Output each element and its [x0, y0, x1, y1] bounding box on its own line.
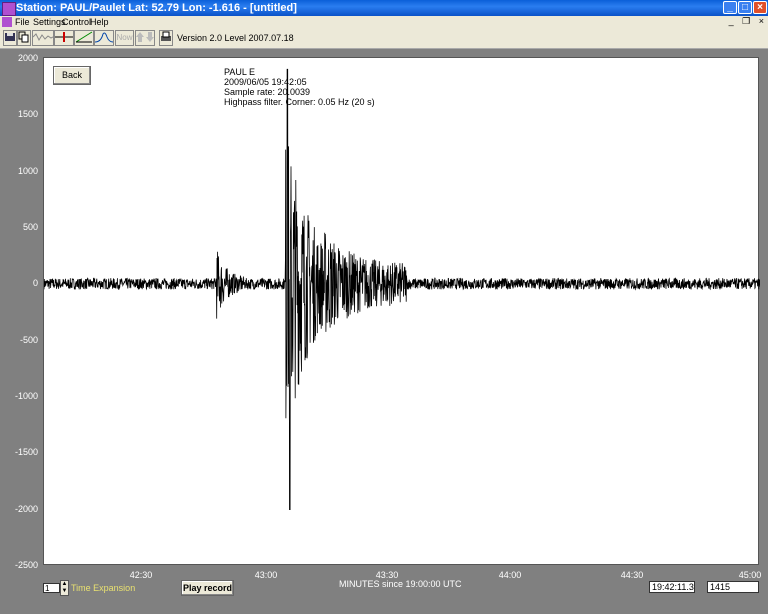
- time-expansion-input[interactable]: 1: [43, 583, 60, 593]
- datetime-label: 2009/06/05 19:42:05: [224, 77, 307, 87]
- menu-bar: File Settings Control Help _ ❐ ×: [0, 16, 768, 29]
- y-tick-label: -1500: [14, 447, 38, 457]
- print-icon[interactable]: [159, 30, 173, 46]
- window-title: Station: PAUL/Paulet Lat: 52.79 Lon: -1.…: [16, 2, 297, 14]
- filter-label: Highpass filter. Corner: 0.05 Hz (20 s): [224, 97, 375, 107]
- menu-file[interactable]: File: [15, 17, 30, 27]
- menu-settings[interactable]: Settings: [33, 17, 66, 27]
- trend-icon[interactable]: [74, 30, 94, 46]
- seismogram-trace: [44, 68, 760, 511]
- x-tick-label: 43:00: [254, 570, 278, 580]
- document-icon: [2, 17, 12, 27]
- x-tick-label: 44:30: [620, 570, 644, 580]
- x-tick-label: 44:00: [498, 570, 522, 580]
- mdi-restore-button[interactable]: ❐: [742, 16, 750, 26]
- count-readout: 1415: [707, 581, 759, 593]
- y-tick-label: 0: [32, 278, 38, 288]
- time-expansion-spinner[interactable]: ▲ ▼: [60, 580, 69, 596]
- maximize-button[interactable]: □: [738, 1, 752, 14]
- waveform-icon[interactable]: [32, 30, 54, 46]
- minimize-button[interactable]: _: [723, 1, 737, 14]
- y-tick-label: 500: [22, 222, 38, 232]
- time-readout: 19:42:11.3: [649, 581, 695, 593]
- y-tick-label: -2000: [14, 504, 38, 514]
- play-record-button[interactable]: Play record: [181, 580, 234, 596]
- station-label: PAUL E: [224, 67, 256, 77]
- x-tick-label: 45:00: [738, 570, 762, 580]
- y-tick-label: -500: [19, 335, 38, 345]
- toolbar: Now Version 2.0 Level 2007.07.18: [0, 29, 768, 49]
- close-button[interactable]: ×: [753, 1, 767, 14]
- y-tick-label: 1000: [17, 166, 38, 176]
- y-tick-label: 2000: [17, 53, 38, 63]
- x-axis-label: MINUTES since 19:00:00 UTC: [339, 579, 462, 589]
- menu-control[interactable]: Control: [62, 17, 91, 27]
- time-expansion-label: Time Expansion: [71, 583, 136, 593]
- mdi-close-button[interactable]: ×: [759, 16, 764, 26]
- mdi-minimize-button[interactable]: _: [729, 16, 734, 26]
- sample-rate-label: Sample rate: 20.0039: [224, 87, 311, 97]
- trace-info: PAUL E 2009/06/05 19:42:05 Sample rate: …: [224, 67, 375, 107]
- app-icon: [2, 2, 16, 16]
- updown-arrows-icon[interactable]: [135, 30, 155, 46]
- trace-line: [44, 68, 760, 511]
- copy-icon[interactable]: [17, 30, 31, 46]
- version-label: Version 2.0 Level 2007.07.18: [177, 33, 294, 43]
- filter-curve-icon[interactable]: [94, 30, 114, 46]
- spin-up-icon[interactable]: ▲: [61, 581, 68, 588]
- back-button[interactable]: Back: [53, 66, 91, 85]
- title-bar: Station: PAUL/Paulet Lat: 52.79 Lon: -1.…: [0, 0, 768, 16]
- spin-down-icon[interactable]: ▼: [61, 588, 68, 595]
- seismogram-plot[interactable]: [43, 57, 760, 565]
- save-icon[interactable]: [3, 30, 17, 46]
- y-tick-label: 1500: [17, 109, 38, 119]
- pick-icon[interactable]: [54, 30, 74, 46]
- menu-help[interactable]: Help: [90, 17, 109, 27]
- now-button[interactable]: Now: [115, 30, 134, 46]
- x-tick-label: 42:30: [129, 570, 153, 580]
- y-tick-label: -2500: [14, 560, 38, 570]
- y-tick-label: -1000: [14, 391, 38, 401]
